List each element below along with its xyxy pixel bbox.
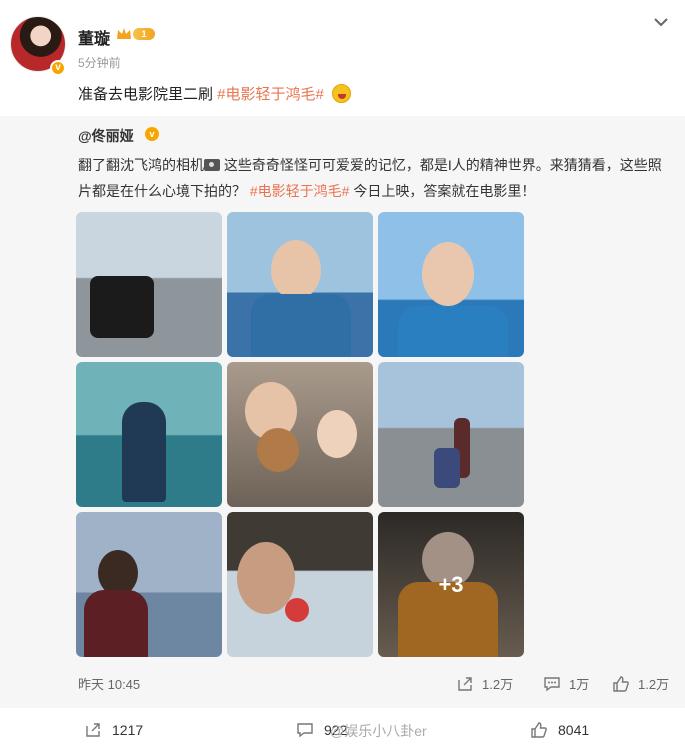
comment-icon [544,676,560,691]
photo-thumbnail[interactable] [378,212,524,357]
like-button[interactable]: 8041 [530,721,589,739]
thumbs-up-icon [613,675,629,692]
more-photos-count[interactable]: +3 [378,512,524,657]
repost-footer: 昨天 10:45 1.2万 1万 1.2万 [0,674,685,698]
photo-thumbnail[interactable] [378,362,524,507]
repost-text-part3: 今日上映，答案就在电影里！ [349,183,536,199]
photo-thumbnail[interactable] [227,362,373,507]
share-count: 1217 [112,722,144,738]
repost-comment-button[interactable]: 1万 [543,674,589,693]
post-text: 准备去电影院里二刷 #电影轻于鸿毛# [78,83,351,104]
comment-count: 1万 [569,677,590,692]
username[interactable]: 董璇 [78,25,110,49]
repost-share-button[interactable]: 1.2万 [456,674,513,693]
camera-icon [204,159,220,171]
laughing-emoji-icon [331,84,351,103]
like-count: 8041 [558,722,590,738]
thumbs-up-icon [531,722,547,738]
repost-username[interactable]: @佟丽娅 [78,126,134,146]
repost-time: 昨天 10:45 [78,677,141,692]
watermark: @娱乐小八卦er [330,723,427,739]
share-button[interactable]: 1217 [84,721,143,739]
post-footer: 1217 922 @娱乐小八卦er 8041 [0,708,685,749]
photo-thumbnail[interactable] [76,512,222,657]
repost-like-button[interactable]: 1.2万 [612,674,669,693]
like-count: 1.2万 [638,677,670,692]
repost-text-part1: 翻了翻沈飞鸿的相机 [78,157,204,173]
photo-thumbnail[interactable]: +3 [378,512,524,657]
share-icon [86,723,100,737]
photo-thumbnail[interactable] [227,512,373,657]
post-header: v 董璇 1 5分钟前 准备去电影院里二刷 #电影轻于鸿毛# [0,0,685,116]
share-icon [458,676,472,691]
reposted-content[interactable]: @佟丽娅 v 翻了翻沈飞鸿的相机 这些奇奇怪怪可可爱爱的记忆，都是I人的精神世界… [0,116,685,708]
photo-thumbnail[interactable] [76,362,222,507]
comment-icon [297,723,313,738]
repost-text: 翻了翻沈飞鸿的相机 这些奇奇怪怪可可爱爱的记忆，都是I人的精神世界。来猜猜看，这… [78,152,668,204]
photo-thumbnail[interactable] [76,212,222,357]
crown-icon [117,28,131,39]
photo-thumbnail[interactable] [227,212,373,357]
post-time: 5分钟前 [78,56,121,70]
verified-badge-icon: v [145,127,159,141]
hashtag-link[interactable]: #电影轻于鸿毛# [250,183,350,199]
level-badge: 1 [133,28,155,40]
photo-grid: +3 [76,212,524,658]
share-count: 1.2万 [482,677,514,692]
verified-badge-icon: v [50,60,66,76]
post-body: 准备去电影院里二刷 [78,86,218,103]
hashtag-link[interactable]: #电影轻于鸿毛# [217,86,324,103]
chevron-down-icon[interactable] [653,16,669,28]
